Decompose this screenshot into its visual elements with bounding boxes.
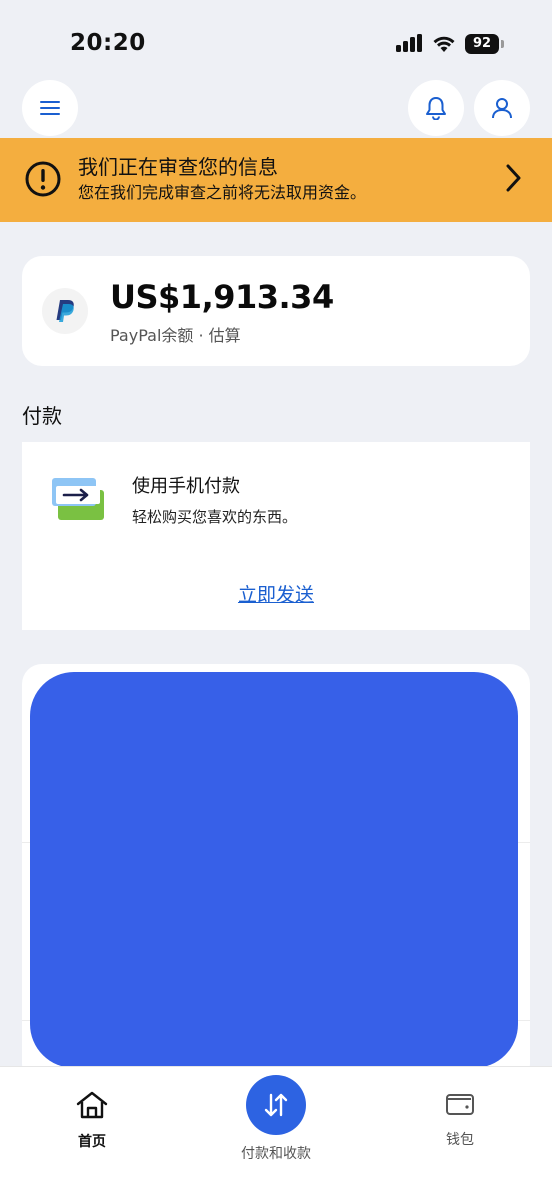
battery-level: 92: [465, 34, 499, 54]
nav-pay-and-receive[interactable]: 付款和收款: [226, 1075, 326, 1163]
pay-heading: 使用手机付款: [132, 476, 240, 497]
status-time: 20:20: [70, 30, 146, 56]
bell-icon: [426, 97, 446, 120]
review-alert-banner[interactable]: 我们正在审查您的信息 您在我们完成审查之前将无法取用资金。: [0, 138, 552, 222]
payment-section-title: 付款: [22, 404, 62, 428]
menu-button[interactable]: [22, 80, 78, 136]
blue-overlay-panel: [30, 672, 518, 1068]
paypal-logo-icon: [42, 288, 88, 334]
balance-label: PayPal余额 · 估算: [110, 326, 241, 345]
alert-subtitle: 您在我们完成审查之前将无法取用资金。: [78, 183, 367, 202]
profile-button[interactable]: [474, 80, 530, 136]
paypal-balance-card[interactable]: US$1,913.34 PayPal余额 · 估算: [22, 256, 530, 366]
battery-tip: [501, 40, 504, 48]
chevron-right-icon: [506, 164, 521, 192]
notifications-button[interactable]: [408, 80, 464, 136]
wallet-icon: [446, 1094, 474, 1115]
send-now-link[interactable]: 立即发送: [22, 580, 530, 607]
pay-with-phone-card: 使用手机付款 轻松购买您喜欢的东西。 立即发送: [22, 442, 530, 630]
bottom-navigation: 首页 付款和收款 钱包: [0, 1066, 552, 1200]
warning-icon: [25, 161, 61, 197]
pay-description: 轻松购买您喜欢的东西。: [132, 508, 298, 526]
nav-wallet[interactable]: 钱包: [428, 1091, 492, 1149]
transfer-button[interactable]: [246, 1075, 306, 1135]
person-icon: [492, 98, 512, 119]
pay-with-phone-illustration: [52, 478, 104, 520]
battery-indicator: 92: [465, 34, 505, 54]
nav-home[interactable]: 首页: [60, 1091, 124, 1151]
status-bar: 20:20 92: [0, 0, 552, 80]
nav-pay-label: 付款和收款: [241, 1146, 311, 1162]
screen: 20:20 92 我们正在审查您的信息 您在我们完成审查之前将无法取用资金。 U…: [0, 0, 552, 1200]
transfer-arrows-icon: [264, 1093, 288, 1117]
hamburger-menu-icon: [40, 101, 60, 115]
nav-home-label: 首页: [78, 1134, 106, 1150]
balance-amount: US$1,913.34: [110, 278, 334, 316]
home-icon: [76, 1091, 108, 1119]
wifi-icon: [433, 36, 455, 52]
alert-text: 我们正在审查您的信息 您在我们完成审查之前将无法取用资金。: [78, 154, 366, 204]
cellular-signal-icon: [396, 34, 422, 52]
nav-wallet-label: 钱包: [446, 1132, 474, 1148]
alert-title: 我们正在审查您的信息: [78, 155, 278, 179]
